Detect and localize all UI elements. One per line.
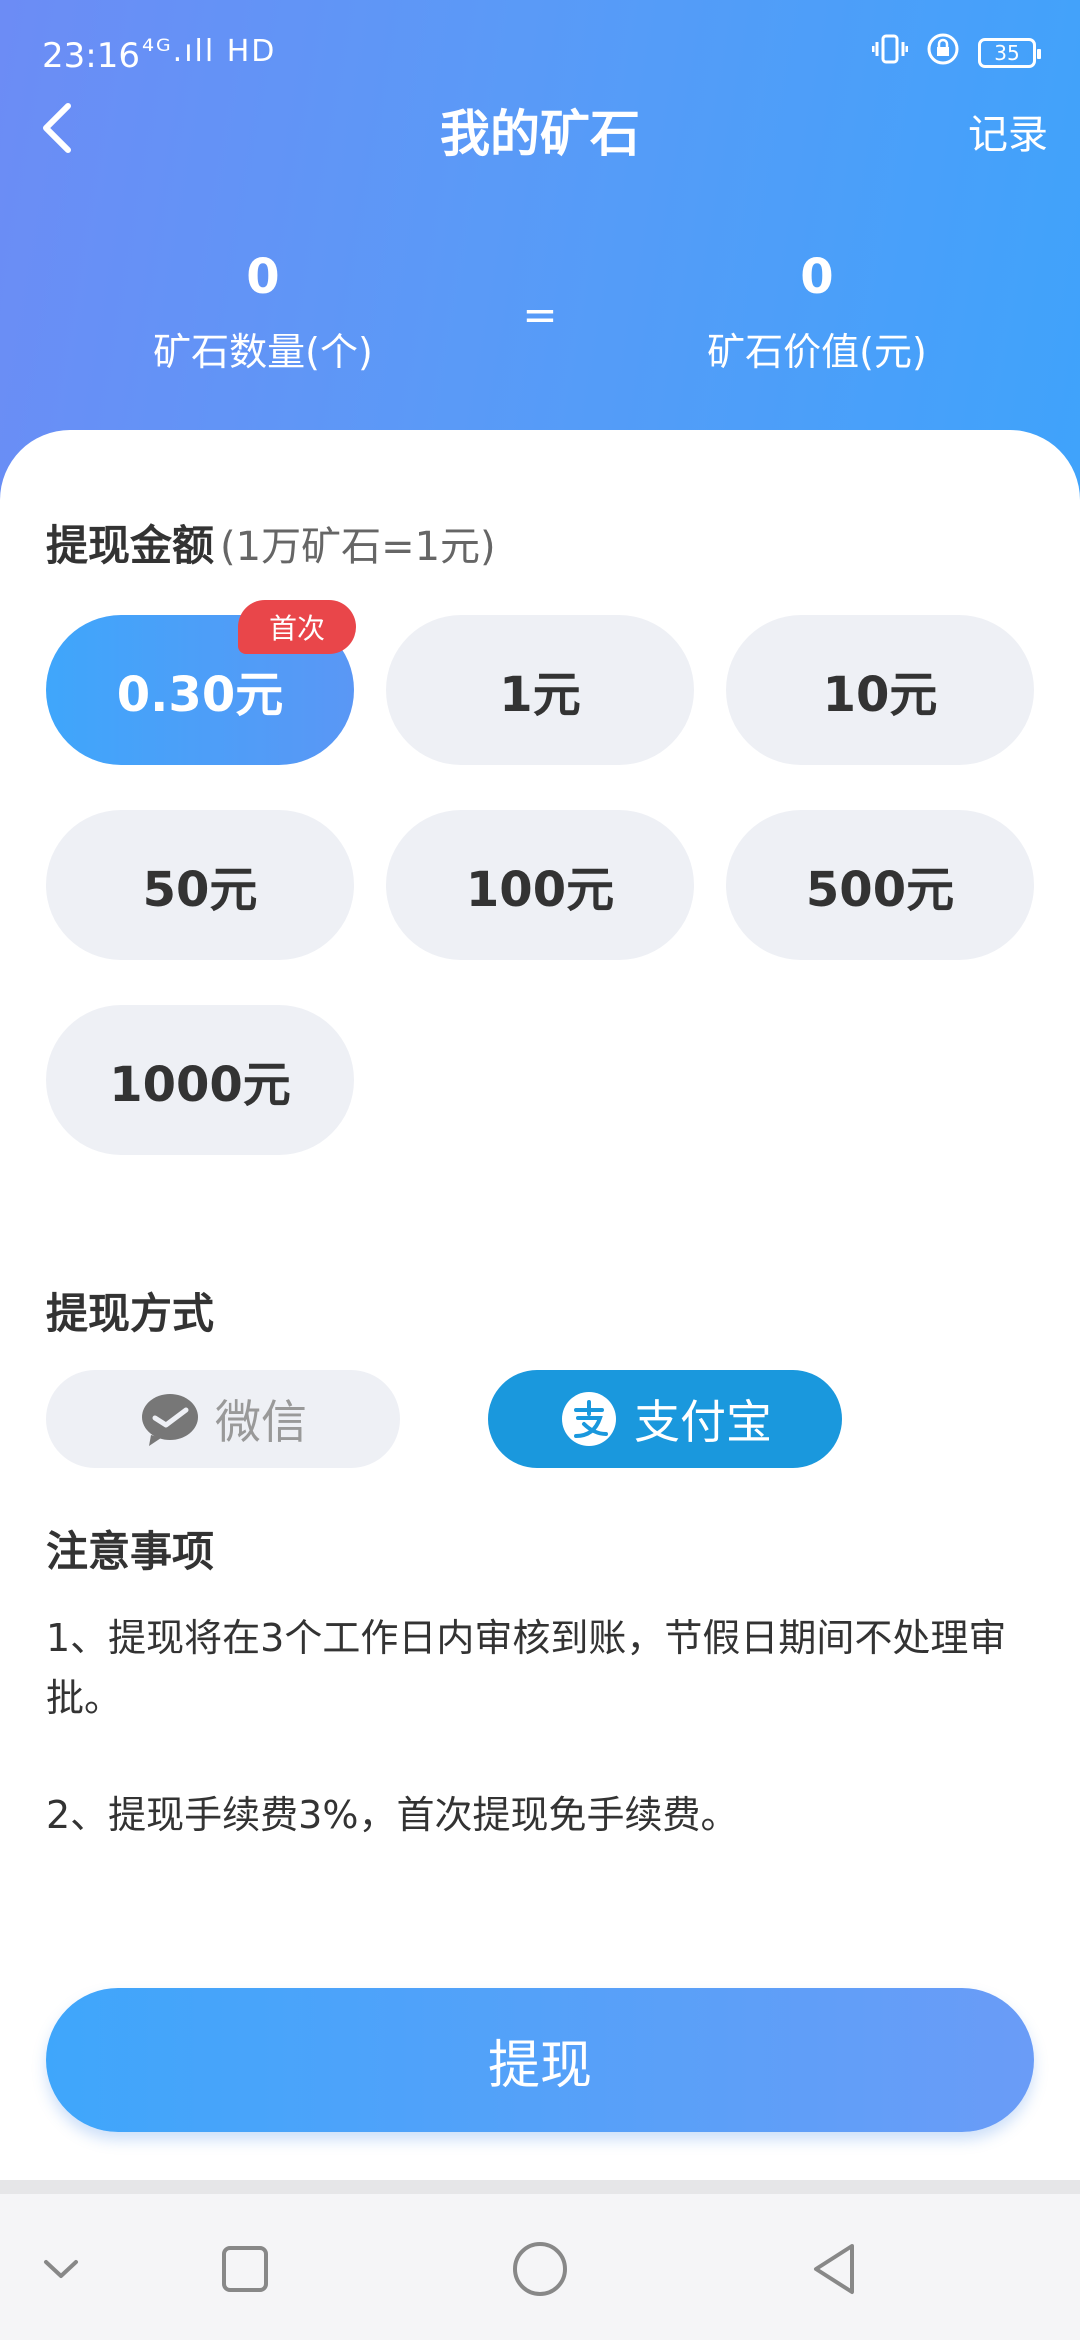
exchange-rate-note: (1万矿石=1元) [220,524,496,570]
notice-item-2: 2、提现手续费3%，首次提现免手续费。 [46,1793,739,1837]
vibrate-icon [871,32,909,74]
wechat-icon [142,1394,198,1446]
nav-recents-icon[interactable] [210,2234,280,2304]
withdraw-amount-label: 提现金额 [46,521,215,570]
ore-value-label: 矿石价值(元) [707,330,927,374]
nav-home-icon[interactable] [505,2234,575,2304]
amount-option-1000[interactable]: 1000元 [46,1005,354,1155]
page-title: 我的矿石 [440,105,640,163]
alipay-option[interactable]: 支付宝 [488,1370,842,1468]
ore-stats: 0 矿石数量(个) = 0 矿石价值(元) [0,245,1080,395]
amount-option-500[interactable]: 500元 [726,810,1034,960]
notice-item-1: 1、提现将在3个工作日内审核到账，节假日期间不处理审批。 [46,1616,1007,1720]
network-signal-icon: ⁴ᴳ.ıll HD [142,34,277,69]
lock-rotation-icon [926,32,960,74]
wechat-label: 微信 [215,1395,307,1449]
ore-count-label: 矿石数量(个) [153,330,373,374]
nav-back-icon[interactable] [800,2234,870,2304]
first-time-badge: 首次 [238,600,356,654]
ore-value-stat: 0 矿石价值(元) [637,245,997,376]
amount-option-100[interactable]: 100元 [386,810,694,960]
wechat-pay-option[interactable]: 微信 [46,1370,400,1468]
title-bar: 我的矿石 记录 [0,90,1080,170]
withdraw-amount-title: 提现金额 (1万矿石=1元) [46,512,496,573]
record-link[interactable]: 记录 [968,102,1048,160]
notice-title: 注意事项 [46,1527,215,1576]
ore-value-value: 0 [800,249,834,305]
amount-option-50[interactable]: 50元 [46,810,354,960]
status-time: 23:16 [42,36,140,76]
ore-count-value: 0 [246,249,280,305]
system-nav-bar [0,2194,1080,2340]
nav-down-icon[interactable] [26,2234,96,2304]
amount-option-10[interactable]: 10元 [726,615,1034,765]
withdraw-submit-button[interactable]: 提现 [46,1988,1034,2132]
ore-count-stat: 0 矿石数量(个) [83,245,443,376]
nav-divider [0,2180,1080,2194]
amount-option-1[interactable]: 1元 [386,615,694,765]
equals-sign: = [522,290,558,339]
status-right-group: 35 [871,32,1041,74]
alipay-label: 支付宝 [634,1395,772,1449]
battery-icon: 35 [978,38,1041,68]
withdraw-method-title: 提现方式 [46,1289,215,1338]
alipay-icon [562,1392,616,1446]
